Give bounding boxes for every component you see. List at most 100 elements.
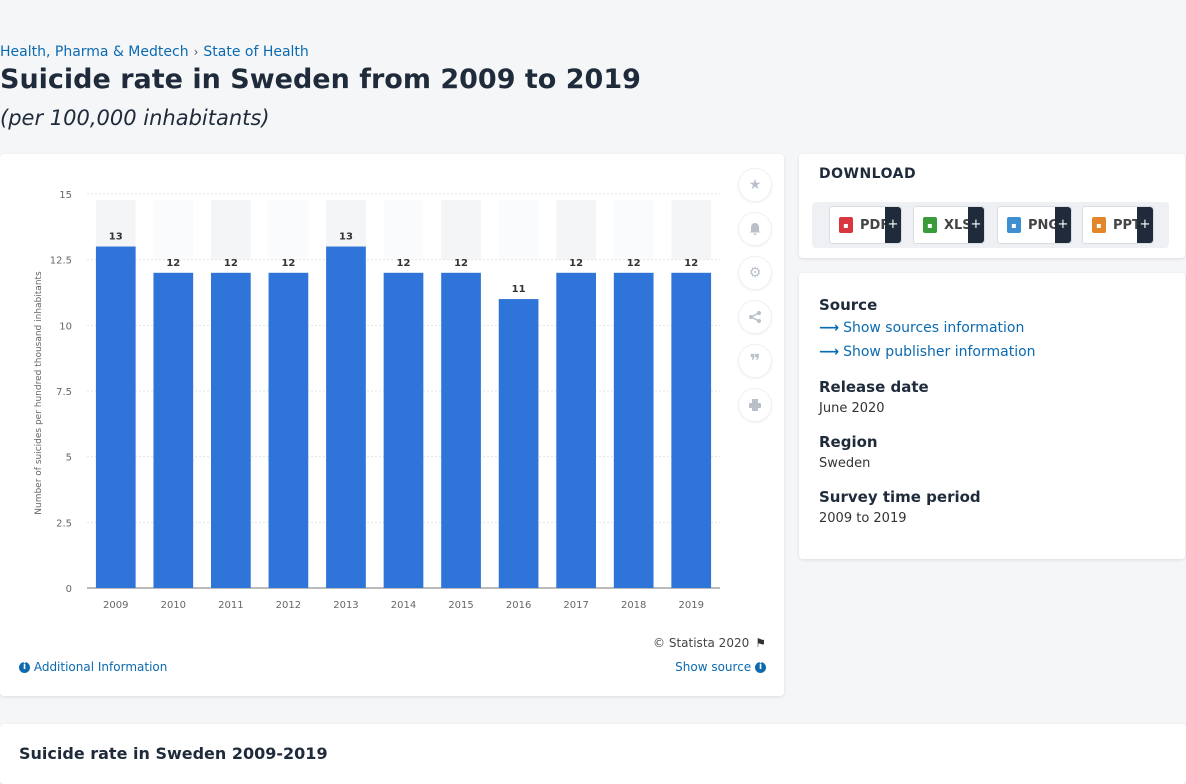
show-sources-link[interactable]: ⟶ Show sources information [819, 320, 1024, 336]
y-tick-label: 10 [59, 321, 72, 332]
x-tick-label: 2012 [276, 600, 301, 611]
xls-file-icon: ▪ [923, 217, 937, 233]
y-tick-label: 7.5 [56, 387, 72, 398]
bar [498, 299, 539, 588]
breadcrumb-separator: › [193, 45, 199, 59]
region-value: Sweden [819, 456, 871, 471]
bar [326, 246, 366, 588]
chart-card: 0 2.5 5 7.5 10 12.5 15 Number of suicides per h… [0, 154, 784, 696]
chart-tools: ★ ⚙ ❞ [738, 168, 772, 432]
download-buttons: ▪ PDF + ▪ XLS + ▪ PNG + ▪ PPT + [812, 202, 1169, 248]
x-tick-label: 2014 [391, 600, 416, 611]
bar [211, 272, 251, 588]
column-band [211, 200, 251, 260]
info-icon: i [19, 662, 30, 673]
region-label: Region [819, 433, 878, 451]
column-band [613, 200, 654, 260]
page-subtitle: (per 100,000 inhabitants) [0, 106, 270, 130]
show-source-link[interactable]: Show source i [675, 660, 766, 674]
show-sources-label: Show sources information [843, 320, 1025, 336]
download-pdf-plus[interactable]: + [885, 207, 901, 243]
gear-icon[interactable]: ⚙ [738, 256, 772, 290]
description-title: Suicide rate in Sweden 2009-2019 [19, 744, 328, 763]
data-label: 12 [397, 258, 411, 269]
column-band [498, 200, 539, 260]
show-publisher-label: Show publisher information [843, 344, 1036, 360]
column-band [268, 200, 309, 260]
share-icon[interactable] [738, 300, 772, 334]
x-tick-label: 2010 [161, 600, 186, 611]
y-tick-label: 12.5 [50, 256, 72, 267]
y-axis-label: Number of suicides per hundred thousand … [34, 271, 44, 515]
quote-icon[interactable]: ❞ [738, 344, 772, 378]
breadcrumb: Health, Pharma & Medtech › State of Health [0, 44, 309, 60]
bar [383, 272, 424, 588]
survey-period-label: Survey time period [819, 488, 981, 506]
bar-chart: 0 2.5 5 7.5 10 12.5 15 Number of suicides per h… [34, 190, 720, 611]
column-band [556, 200, 596, 260]
data-label: 12 [684, 258, 698, 269]
data-label: 12 [454, 258, 468, 269]
download-png-button[interactable]: ▪ PNG + [997, 206, 1072, 244]
data-label: 12 [281, 258, 295, 269]
breadcrumb-health[interactable]: Health, Pharma & Medtech [0, 44, 189, 60]
bar [153, 272, 194, 588]
bar [95, 246, 136, 588]
bar [441, 272, 481, 588]
survey-period-value: 2009 to 2019 [819, 511, 907, 526]
x-tick-label: 2009 [103, 600, 128, 611]
show-source-label: Show source [675, 660, 752, 674]
copyright: © Statista 2020 ⚑ [653, 636, 766, 650]
info-icon: i [755, 662, 766, 673]
show-publisher-link[interactable]: ⟶ Show publisher information [819, 344, 1036, 360]
data-label: 11 [512, 284, 526, 295]
y-tick-label: 2.5 [56, 518, 72, 529]
x-tick-label: 2011 [218, 600, 243, 611]
download-xls-button[interactable]: ▪ XLS + [913, 206, 985, 244]
additional-information-link[interactable]: i Additional Information [19, 660, 167, 674]
download-xls-plus[interactable]: + [968, 207, 984, 243]
data-label: 13 [339, 232, 353, 243]
y-tick-label: 5 [66, 453, 72, 464]
additional-information-label: Additional Information [33, 660, 168, 674]
flag-icon[interactable]: ⚑ [755, 636, 766, 650]
download-pdf-button[interactable]: ▪ PDF + [829, 206, 902, 244]
bar [613, 272, 654, 588]
data-label: 12 [627, 258, 641, 269]
data-label: 12 [166, 258, 180, 269]
x-tick-label: 2016 [506, 600, 531, 611]
arrow-right-icon: ⟶ [819, 320, 840, 336]
column-band [441, 200, 481, 260]
data-label: 12 [224, 258, 238, 269]
x-tick-label: 2017 [563, 600, 588, 611]
statistic-details-card: Source ⟶ Show sources information ⟶ Show p… [799, 273, 1185, 559]
download-ppt-button[interactable]: ▪ PPT + [1082, 206, 1154, 244]
column-band [153, 200, 194, 260]
bell-icon[interactable] [738, 212, 772, 246]
x-tick-label: 2019 [679, 600, 704, 611]
column-band [383, 200, 424, 260]
x-tick-label: 2015 [448, 600, 473, 611]
column-band [671, 200, 712, 260]
release-date-label: Release date [819, 378, 929, 396]
y-tick-label: 0 [66, 584, 72, 595]
ppt-file-icon: ▪ [1092, 217, 1106, 233]
bar [556, 272, 596, 588]
arrow-right-icon: ⟶ [819, 344, 840, 360]
download-png-plus[interactable]: + [1055, 207, 1071, 243]
breadcrumb-state-of-health[interactable]: State of Health [203, 44, 308, 60]
download-ppt-plus[interactable]: + [1137, 207, 1153, 243]
copyright-text: © Statista 2020 [653, 636, 750, 650]
source-label: Source [819, 296, 878, 314]
release-date-value: June 2020 [819, 401, 885, 416]
description-card: Suicide rate in Sweden 2009-2019 [0, 724, 1186, 784]
y-tick-label: 15 [59, 190, 72, 201]
top-bar [0, 0, 1186, 32]
download-title: DOWNLOAD [819, 166, 917, 182]
png-file-icon: ▪ [1007, 217, 1021, 233]
pdf-file-icon: ▪ [839, 217, 853, 233]
bar [671, 272, 712, 588]
star-icon[interactable]: ★ [738, 168, 772, 202]
print-icon[interactable] [738, 388, 772, 422]
page-title: Suicide rate in Sweden from 2009 to 2019 [0, 64, 641, 95]
